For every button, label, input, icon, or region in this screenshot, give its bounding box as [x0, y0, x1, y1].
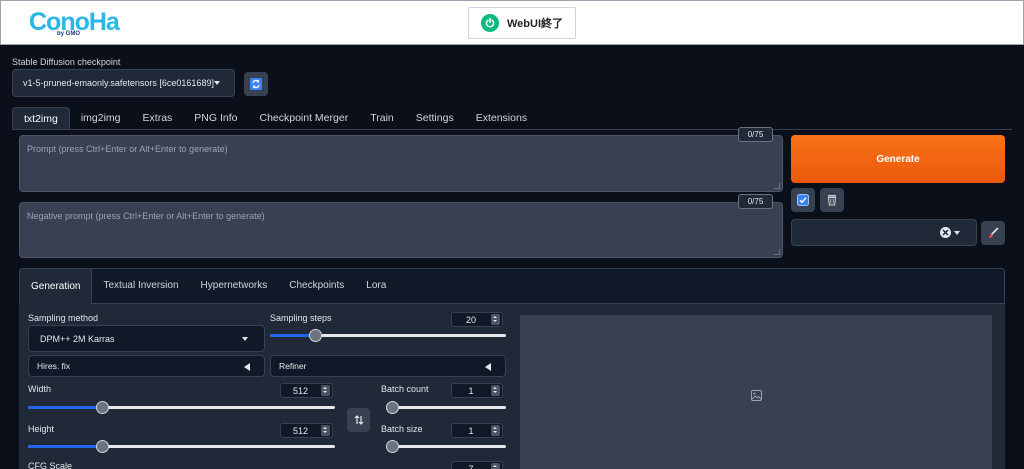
checkpoint-label: Stable Diffusion checkpoint [12, 57, 121, 67]
webui-end-button[interactable]: WebUI終了 [468, 7, 576, 39]
tab-txt2img[interactable]: txt2img [12, 107, 70, 130]
swap-dimensions-button[interactable] [347, 408, 370, 432]
width-label: Width [28, 384, 52, 394]
tab-extensions[interactable]: Extensions [465, 107, 538, 130]
tab-textual-inversion[interactable]: Textual Inversion [92, 268, 189, 304]
hires-fix-accordion[interactable]: Hires. fix [28, 355, 265, 377]
stepper-icon[interactable] [321, 425, 330, 436]
stepper-icon[interactable] [491, 425, 500, 436]
height-input[interactable]: 512 [280, 423, 333, 438]
sampling-method-select[interactable]: DPM++ 2M Karras [28, 325, 265, 352]
sub-tabs: Generation Textual Inversion Hypernetwor… [19, 268, 397, 304]
sampling-method-label: Sampling method [28, 313, 99, 323]
checkpoint-select[interactable]: v1-5-pruned-emaonly.safetensors [6ce0161… [12, 69, 235, 97]
batch-count-value: 1 [468, 385, 474, 396]
clear-prompt-button[interactable] [820, 188, 844, 212]
batch-size-value: 1 [468, 425, 474, 436]
batch-size-input[interactable]: 1 [451, 423, 503, 438]
batch-count-slider[interactable] [386, 401, 506, 414]
tab-img2img[interactable]: img2img [70, 107, 132, 130]
refiner-accordion[interactable]: Refiner [270, 355, 506, 377]
chevron-down-icon [954, 230, 960, 235]
cfg-scale-input[interactable]: 7 [451, 461, 503, 469]
slider-thumb[interactable] [308, 329, 322, 342]
sampling-method-value: DPM++ 2M Karras [40, 333, 115, 344]
prompt-token-counter: 0/75 [738, 127, 773, 142]
stepper-icon[interactable] [491, 385, 500, 396]
slider-thumb[interactable] [386, 401, 399, 414]
tab-train[interactable]: Train [359, 107, 405, 130]
sampling-steps-value: 20 [465, 314, 476, 325]
clear-icon[interactable] [940, 227, 951, 238]
negative-token-counter: 0/75 [738, 194, 773, 209]
sampling-steps-input[interactable]: 20 [451, 312, 503, 327]
checkbox-icon [797, 194, 809, 206]
slider-thumb[interactable] [386, 440, 399, 453]
slider-thumb[interactable] [95, 401, 109, 414]
prompt-input[interactable]: Prompt (press Ctrl+Enter or Alt+Enter to… [19, 135, 783, 192]
refresh-icon [250, 78, 262, 90]
output-gallery [520, 315, 992, 469]
sampling-steps-label: Sampling steps [270, 313, 332, 323]
logo-sub-text: by GMO [57, 31, 81, 37]
paintbrush-icon [987, 227, 999, 239]
conoha-logo: ConoHa by GMO [29, 10, 120, 38]
refresh-checkpoint-button[interactable] [244, 72, 268, 96]
sampling-steps-slider[interactable] [270, 329, 506, 342]
apply-styles-button[interactable] [791, 188, 815, 212]
chevron-down-icon [242, 336, 248, 341]
chevron-down-icon [214, 81, 220, 85]
batch-count-label: Batch count [381, 384, 429, 394]
webui-end-label: WebUI終了 [507, 18, 564, 30]
width-value: 512 [292, 385, 309, 396]
cfg-scale-value: 7 [468, 463, 474, 469]
negative-prompt-input[interactable]: Negative prompt (press Ctrl+Enter or Alt… [19, 202, 783, 258]
tab-lora[interactable]: Lora [355, 268, 397, 304]
tab-extras[interactable]: Extras [132, 107, 184, 130]
main-tabs: txt2img img2img Extras PNG Info Checkpoi… [12, 107, 538, 130]
tab-png-info[interactable]: PNG Info [183, 107, 248, 130]
batch-count-input[interactable]: 1 [451, 383, 503, 398]
batch-size-label: Batch size [381, 424, 423, 434]
batch-size-slider[interactable] [386, 440, 506, 453]
slider-fill [28, 406, 102, 409]
trash-icon [826, 194, 838, 206]
power-icon [481, 14, 499, 32]
refiner-label: Refiner [279, 361, 307, 371]
top-bar: ConoHa by GMO WebUI終了 [0, 0, 1024, 45]
cfg-scale-label: CFG Scale [28, 461, 73, 469]
tab-hypernetworks[interactable]: Hypernetworks [190, 268, 279, 304]
tab-checkpoints[interactable]: Checkpoints [278, 268, 355, 304]
resize-handle-icon[interactable] [774, 183, 780, 189]
stepper-icon[interactable] [321, 385, 330, 396]
stepper-icon[interactable] [491, 463, 500, 469]
swap-arrows-icon [353, 414, 365, 426]
generate-button[interactable]: Generate [791, 135, 1005, 183]
tab-settings[interactable]: Settings [405, 107, 465, 130]
styles-select[interactable] [791, 219, 977, 246]
edit-styles-button[interactable] [981, 221, 1005, 245]
prompt-placeholder: Prompt (press Ctrl+Enter or Alt+Enter to… [27, 144, 228, 154]
width-input[interactable]: 512 [280, 383, 333, 398]
tab-generation[interactable]: Generation [19, 268, 93, 304]
slider-thumb[interactable] [95, 440, 109, 453]
checkpoint-value: v1-5-pruned-emaonly.safetensors [6ce0161… [23, 78, 214, 88]
height-label: Height [28, 424, 55, 434]
height-value: 512 [292, 425, 309, 436]
hires-fix-label: Hires. fix [37, 361, 71, 371]
image-icon [751, 390, 762, 401]
tab-divider [12, 129, 1012, 130]
height-slider[interactable] [28, 440, 335, 453]
stepper-icon[interactable] [491, 314, 500, 325]
resize-handle-icon[interactable] [774, 249, 780, 255]
triangle-left-icon [244, 363, 250, 371]
negative-prompt-placeholder: Negative prompt (press Ctrl+Enter or Alt… [27, 211, 265, 221]
triangle-left-icon [485, 363, 491, 371]
tab-checkpoint-merger[interactable]: Checkpoint Merger [248, 107, 359, 130]
slider-fill [28, 445, 102, 448]
width-slider[interactable] [28, 401, 335, 414]
